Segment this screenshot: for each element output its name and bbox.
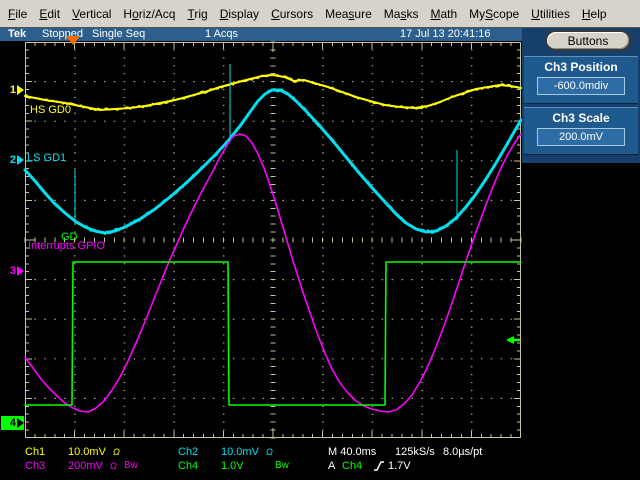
timebase-main: M 40.0ms bbox=[328, 446, 376, 458]
menu-item-horiz-acq[interactable]: Horiz/Acq bbox=[117, 7, 181, 21]
acquisition-mode: Single Seq bbox=[92, 28, 145, 40]
ch4-bandwidth-icon: Bw bbox=[275, 460, 289, 471]
menu-item-myscope[interactable]: MyScope bbox=[463, 7, 525, 21]
ch1-impedance-icon: Ω bbox=[113, 447, 120, 457]
side-panel: Buttons Ch3 Position -600.0mdiv Ch3 Scal… bbox=[522, 27, 640, 163]
trigger-position-marker[interactable] bbox=[66, 36, 80, 45]
channel-marker-1[interactable]: 1 bbox=[1, 83, 24, 97]
menu-item-edit[interactable]: Edit bbox=[33, 7, 66, 21]
menu-bar: File Edit Vertical Horiz/Acq Trig Displa… bbox=[0, 0, 640, 28]
menu-item-math[interactable]: Math bbox=[424, 7, 463, 21]
channel-marker-4[interactable]: 4 bbox=[1, 416, 24, 430]
rising-edge-icon bbox=[374, 461, 385, 472]
ch1-scale: 10.0mV bbox=[68, 446, 106, 458]
menu-item-cursors[interactable]: Cursors bbox=[265, 7, 319, 21]
trace-label-ls-gd1: LS GD1 bbox=[27, 152, 66, 164]
marker-arrow-icon bbox=[17, 155, 24, 165]
ch3-scale-control: Ch3 Scale 200.0mV bbox=[524, 107, 638, 155]
menu-item-trig[interactable]: Trig bbox=[181, 7, 213, 21]
sample-rate: 125kS/s bbox=[395, 446, 435, 458]
ch3-scale-title: Ch3 Scale bbox=[524, 111, 638, 125]
menu-item-measure[interactable]: Measure bbox=[319, 7, 378, 21]
resolution: 8.0µs/pt bbox=[443, 446, 482, 458]
oscilloscope-screen: File Edit Vertical Horiz/Acq Trig Displa… bbox=[0, 0, 640, 480]
waveform-ch1-hs-gd0 bbox=[25, 75, 521, 110]
ch3-impedance-icon: Ω bbox=[110, 461, 117, 471]
ch3-position-value[interactable]: -600.0mdiv bbox=[537, 77, 625, 95]
ch4-label[interactable]: Ch4 bbox=[178, 460, 198, 472]
ch3-bandwidth-icon: Bw bbox=[124, 460, 138, 471]
trigger-source: Ch4 bbox=[342, 460, 362, 472]
menu-item-masks[interactable]: Masks bbox=[378, 7, 425, 21]
marker-arrow-icon bbox=[17, 266, 24, 276]
trigger-level: 1.7V bbox=[388, 460, 411, 472]
ch3-scale: 200mV bbox=[68, 460, 103, 472]
ch3-label[interactable]: Ch3 bbox=[25, 460, 45, 472]
waveform-ch3-interrupts bbox=[25, 134, 521, 412]
menu-item-utilities[interactable]: Utilities bbox=[525, 7, 576, 21]
ch3-scale-value[interactable]: 200.0mV bbox=[537, 128, 625, 146]
trigger-mode: A bbox=[328, 460, 335, 472]
channel-marker-2[interactable]: 2 bbox=[1, 153, 24, 167]
ch3-position-control: Ch3 Position -600.0mdiv bbox=[524, 56, 638, 104]
marker-arrow-icon bbox=[17, 418, 24, 428]
ch2-scale: 10.0mV bbox=[221, 446, 259, 458]
marker-arrow-icon bbox=[17, 85, 24, 95]
ch2-label[interactable]: Ch2 bbox=[178, 446, 198, 458]
ch3-position-title: Ch3 Position bbox=[524, 60, 638, 74]
ch4-scale: 1.0V bbox=[221, 460, 244, 472]
acquisition-count: 1 Acqs bbox=[205, 28, 238, 40]
menu-item-help[interactable]: Help bbox=[576, 7, 613, 21]
trace-label-interrupts-gpio: Interrupts GPIO bbox=[28, 240, 105, 252]
menu-item-file[interactable]: File bbox=[2, 7, 33, 21]
waveform-ch2-ls-gd1 bbox=[25, 90, 521, 233]
menu-item-vertical[interactable]: Vertical bbox=[66, 7, 117, 21]
channel-marker-3[interactable]: 3 bbox=[1, 264, 24, 278]
trace-label-hs-gd0: HS GD0 bbox=[30, 104, 71, 116]
menu-item-display[interactable]: Display bbox=[214, 7, 265, 21]
waveform-ch4-gd bbox=[25, 262, 521, 405]
buttons-button[interactable]: Buttons bbox=[545, 30, 631, 51]
ch2-impedance-icon: Ω bbox=[266, 447, 273, 457]
ch1-label[interactable]: Ch1 bbox=[25, 446, 45, 458]
datetime-label: 17 Jul 13 20:41:16 bbox=[400, 28, 491, 40]
brand-label: Tek bbox=[8, 28, 26, 40]
